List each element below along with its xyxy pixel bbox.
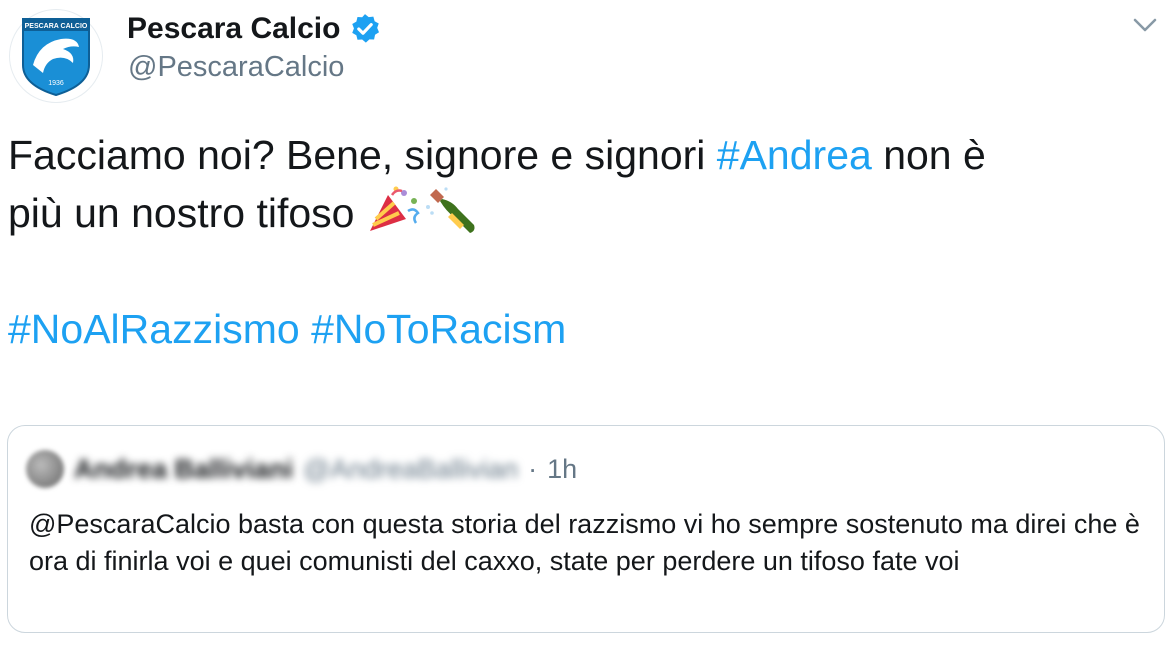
- quoted-avatar: [26, 450, 64, 488]
- badge-year: 1936: [48, 80, 64, 87]
- tweet-text: Facciamo noi? Bene, signore e signori #A…: [8, 126, 1158, 358]
- tweet-line1-text: Facciamo noi? Bene, signore e signori: [8, 132, 717, 178]
- display-name[interactable]: Pescara Calcio: [127, 12, 340, 46]
- badge-text: PESCARA CALCIO: [25, 23, 88, 30]
- hashtag-noalrazzismo[interactable]: #NoAlRazzismo: [8, 306, 300, 352]
- avatar[interactable]: PESCARA CALCIO 1936: [9, 9, 103, 103]
- champagne-bottle-icon: [425, 187, 475, 233]
- verified-check-icon: [352, 14, 380, 43]
- hashtag-andrea[interactable]: #Andrea: [717, 132, 872, 178]
- chevron-down-icon[interactable]: [1130, 10, 1160, 40]
- hashtag-notoracism[interactable]: #NoToRacism: [311, 306, 566, 352]
- quoted-timestamp: 1h: [547, 453, 578, 484]
- quoted-tweet[interactable]: Andrea Balliviani @AndreaBallivian · 1h …: [7, 425, 1165, 633]
- party-popper-icon: [369, 186, 420, 231]
- quoted-display-name: Andrea Balliviani: [74, 453, 294, 484]
- quoted-tweet-header: Andrea Balliviani @AndreaBallivian · 1h: [26, 450, 577, 488]
- tweet-line2-text: più un nostro tifoso: [8, 190, 366, 236]
- pescara-calcio-logo-icon: PESCARA CALCIO 1936: [22, 18, 90, 97]
- quoted-tweet-text: @PescaraCalcio basta con questa storia d…: [29, 509, 1140, 576]
- tweet-line1-tail: non è: [871, 132, 986, 178]
- quoted-handle: @AndreaBallivian: [303, 453, 519, 484]
- quoted-separator: ·: [528, 453, 538, 484]
- author-name-row[interactable]: Pescara Calcio: [127, 12, 382, 46]
- author-handle[interactable]: @PescaraCalcio: [128, 51, 344, 84]
